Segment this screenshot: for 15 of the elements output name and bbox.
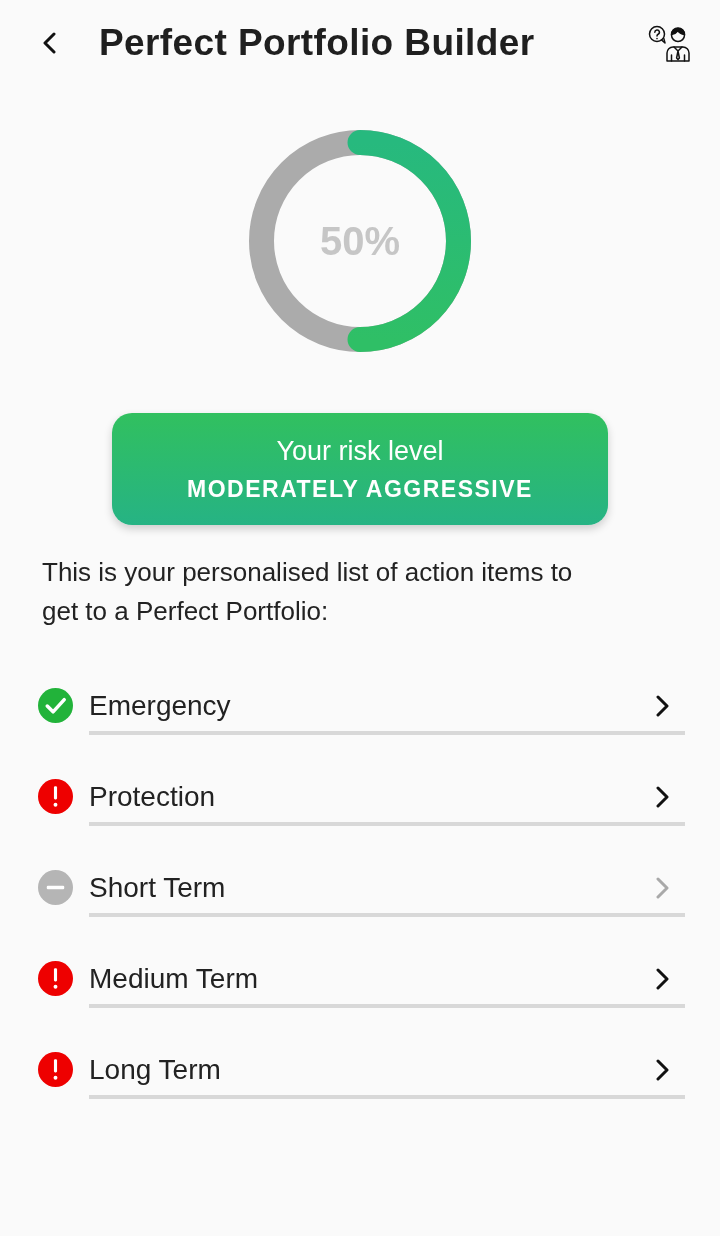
risk-level-value: MODERATELY AGGRESSIVE xyxy=(187,475,533,503)
risk-level-label: Your risk level xyxy=(276,435,444,467)
action-item[interactable]: Long Term xyxy=(38,1042,685,1099)
action-item[interactable]: Emergency xyxy=(38,678,685,735)
back-icon[interactable] xyxy=(42,32,56,54)
check-circle-icon xyxy=(38,688,73,723)
exclamation-circle-icon xyxy=(38,779,73,814)
action-item[interactable]: Protection xyxy=(38,769,685,826)
intro-text: This is your personalised list of action items to get to a Perfect Portfolio: xyxy=(42,556,574,628)
action-item[interactable]: Medium Term xyxy=(38,951,685,1008)
person-question-icon[interactable] xyxy=(648,24,692,62)
minus-circle-icon xyxy=(38,870,73,905)
page-title: Perfect Portfolio Builder xyxy=(99,22,535,64)
exclamation-circle-icon xyxy=(38,961,73,996)
exclamation-circle-icon xyxy=(38,1052,73,1087)
